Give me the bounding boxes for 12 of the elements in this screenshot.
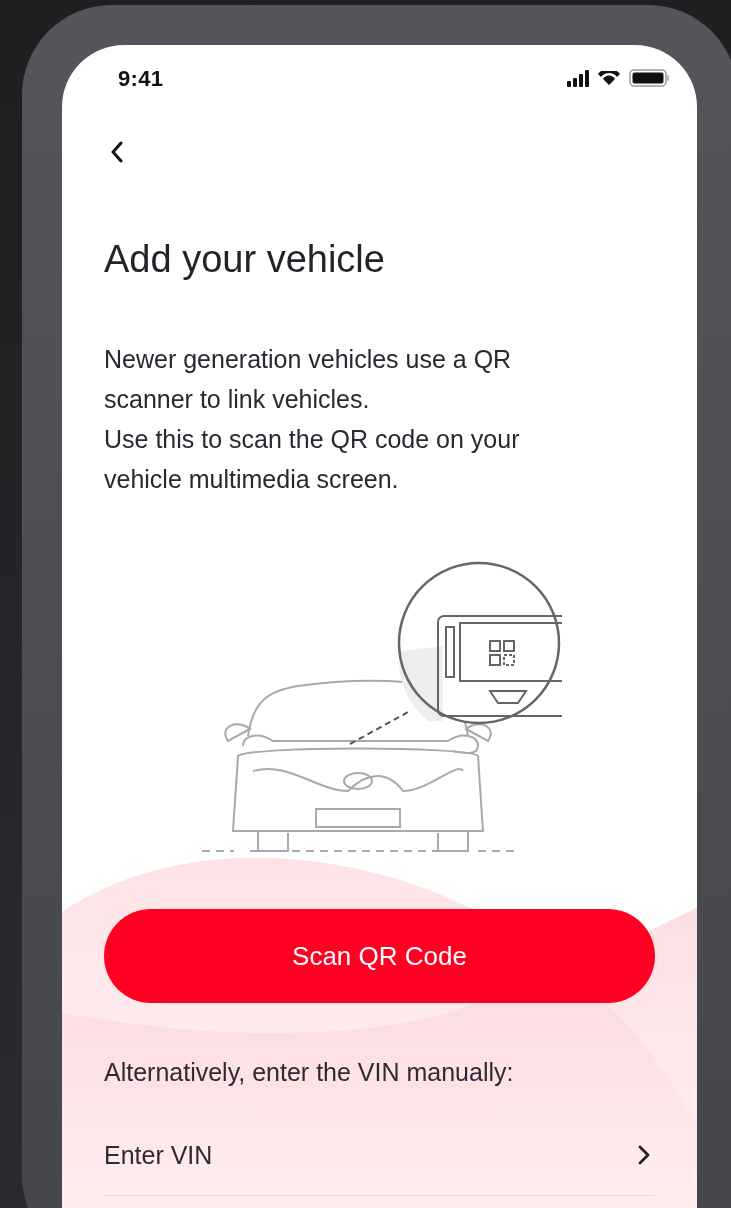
scan-qr-button[interactable]: Scan QR Code bbox=[104, 909, 655, 1003]
status-time: 9:41 bbox=[118, 66, 164, 92]
description-text: Newer generation vehicles use a QR scanner to link vehicles. bbox=[104, 344, 513, 415]
enter-vin-link[interactable]: Enter VIN bbox=[104, 1140, 213, 1170]
battery-icon bbox=[629, 69, 669, 87]
signal-icon bbox=[567, 69, 589, 87]
alternative-text: Alternatively, enter the VIN manually: bbox=[104, 1057, 515, 1088]
description-text: Use this to scan the QR code on your vehicle multimedia screen. bbox=[104, 424, 521, 495]
wifi-icon bbox=[597, 71, 621, 85]
chevron-right-icon bbox=[638, 1145, 650, 1165]
back-icon bbox=[110, 141, 124, 163]
page-title: Add your vehicle bbox=[104, 237, 386, 282]
